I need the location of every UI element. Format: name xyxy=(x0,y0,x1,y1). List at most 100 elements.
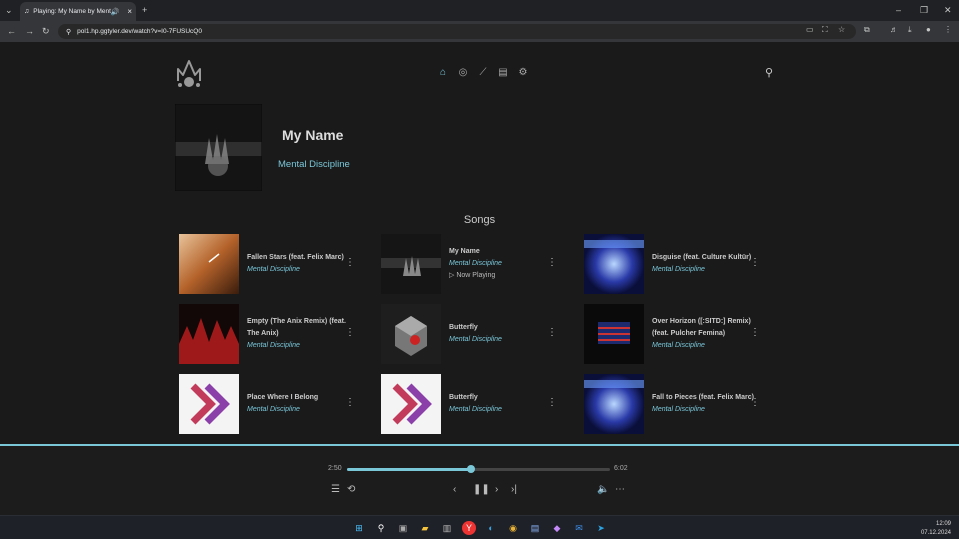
volume-icon[interactable]: 🔈 xyxy=(597,483,609,497)
song-card-artist[interactable]: Mental Discipline xyxy=(247,340,352,352)
repeat-icon[interactable]: ⟲ xyxy=(347,483,355,497)
song-card-artist[interactable]: Mental Discipline xyxy=(652,340,757,352)
song-card[interactable]: Fall to Pieces (feat. Felix Marc) Mental … xyxy=(584,374,779,434)
more-options-icon[interactable]: ⋯ xyxy=(615,483,625,497)
tab-audio-icon[interactable]: 🔊 xyxy=(111,8,120,16)
progress-slider[interactable] xyxy=(347,465,610,473)
song-card-title[interactable]: Fall to Pieces (feat. Felix Marc) xyxy=(652,392,757,404)
library-icon[interactable]: ▤ xyxy=(496,66,510,80)
song-thumbnail[interactable] xyxy=(179,304,239,364)
song-thumbnail[interactable] xyxy=(584,234,644,294)
home-icon[interactable]: ⌂ xyxy=(436,66,450,80)
song-card-title[interactable]: My Name xyxy=(449,246,554,258)
song-card-title[interactable]: Butterfly xyxy=(449,392,554,404)
song-thumbnail[interactable] xyxy=(584,374,644,434)
chrome-icon[interactable]: ◉ xyxy=(506,521,520,535)
queue-icon[interactable]: ☰ xyxy=(331,483,340,497)
pause-icon[interactable]: ❚❚ xyxy=(473,483,490,497)
forward-icon[interactable]: → xyxy=(25,25,34,37)
tab-close-icon[interactable]: × xyxy=(127,7,132,16)
song-menu-icon[interactable]: ⋮ xyxy=(345,327,355,338)
profile-icon[interactable]: ● xyxy=(926,25,931,34)
url-text: pol1.hp.ggtyler.dev/watch?v=I0-7FUSUcQ0 xyxy=(77,28,202,35)
song-menu-icon[interactable]: ⋮ xyxy=(750,397,760,408)
save-app-icon[interactable]: ▤ xyxy=(528,521,542,535)
translate-icon[interactable]: ⛶ xyxy=(822,25,828,35)
song-card-title[interactable]: Place Where I Belong xyxy=(247,392,352,404)
back-icon[interactable]: ← xyxy=(7,25,16,37)
yandex-icon[interactable]: Y xyxy=(462,521,476,535)
song-card[interactable]: Fallen Stars (feat. Felix Marc) Mental Di… xyxy=(179,234,374,294)
album-cover xyxy=(174,103,263,192)
trending-icon[interactable]: ⟋ xyxy=(476,66,490,80)
song-card-title[interactable]: Empty (The Anix Remix) (feat. The Anix) xyxy=(247,316,352,340)
telegram-icon[interactable]: ➤ xyxy=(594,521,608,535)
skip-end-icon[interactable]: ›| xyxy=(511,483,517,497)
outlook-icon[interactable]: ✉ xyxy=(572,521,586,535)
song-card-title[interactable]: Butterfly xyxy=(449,322,554,334)
song-card[interactable]: Butterfly Mental Discipline ⋮ xyxy=(381,374,576,434)
song-menu-icon[interactable]: ⋮ xyxy=(547,397,557,408)
extensions-icon[interactable]: ⧉ xyxy=(864,25,870,35)
song-thumbnail[interactable] xyxy=(381,304,441,364)
start-icon[interactable]: ⊞ xyxy=(352,521,366,535)
song-thumbnail[interactable] xyxy=(381,374,441,434)
new-tab-icon[interactable]: + xyxy=(142,3,147,17)
song-card-artist[interactable]: Mental Discipline xyxy=(449,258,554,270)
minimize-icon[interactable]: – xyxy=(896,3,901,17)
task-view-icon[interactable]: ▣ xyxy=(396,521,410,535)
song-thumbnail[interactable] xyxy=(381,234,441,294)
song-menu-icon[interactable]: ⋮ xyxy=(750,257,760,268)
app-icon[interactable]: ▥ xyxy=(440,521,454,535)
song-thumbnail[interactable] xyxy=(584,304,644,364)
song-menu-icon[interactable]: ⋮ xyxy=(345,257,355,268)
cast-icon[interactable]: ▭ xyxy=(806,25,814,34)
song-card-title[interactable]: Over Horizon ([:SITD:] Remix) (feat. Pul… xyxy=(652,316,757,340)
edge-icon[interactable]: ◐ xyxy=(484,521,498,535)
song-thumbnail[interactable] xyxy=(179,234,239,294)
browser-tab[interactable]: ♫ Playing: My Name by Ment 🔊 × xyxy=(20,2,136,21)
song-card-artist[interactable]: Mental Discipline xyxy=(652,404,757,416)
url-field[interactable]: ⚲ pol1.hp.ggtyler.dev/watch?v=I0-7FUSUcQ… xyxy=(58,24,856,39)
explore-icon[interactable]: ◎ xyxy=(456,66,470,80)
song-card[interactable]: My Name Mental Discipline ▷ Now Playing ⋮ xyxy=(381,234,576,294)
song-card-artist[interactable]: Mental Discipline xyxy=(247,404,352,416)
song-card-artist[interactable]: Mental Discipline xyxy=(449,404,554,416)
song-card[interactable]: Butterfly Mental Discipline ⋮ xyxy=(381,304,576,364)
file-explorer-icon[interactable]: ▰ xyxy=(418,521,432,535)
song-card-artist[interactable]: Mental Discipline xyxy=(449,334,554,346)
download-icon[interactable]: ⤓ xyxy=(908,25,912,35)
song-menu-icon[interactable]: ⋮ xyxy=(750,327,760,338)
taskbar-search-icon[interactable]: ⚲ xyxy=(374,521,388,535)
song-card[interactable]: Disguise (feat. Culture Kultür) Mental Di… xyxy=(584,234,779,294)
now-playing-label: Now Playing xyxy=(456,272,496,279)
app-logo-icon[interactable] xyxy=(175,57,203,89)
artist-link[interactable]: Mental Discipline xyxy=(278,159,350,170)
close-window-icon[interactable]: ✕ xyxy=(944,3,952,17)
browser-menu-icon[interactable]: ⋮ xyxy=(944,25,952,34)
song-card[interactable]: Over Horizon ([:SITD:] Remix) (feat. Pul… xyxy=(584,304,779,364)
next-icon[interactable]: › xyxy=(495,483,498,497)
studio-icon[interactable]: ◆ xyxy=(550,521,564,535)
song-menu-icon[interactable]: ⋮ xyxy=(345,397,355,408)
song-card-artist[interactable]: Mental Discipline xyxy=(652,264,757,276)
site-info-icon[interactable]: ⚲ xyxy=(66,28,71,36)
song-card[interactable]: Empty (The Anix Remix) (feat. The Anix) M… xyxy=(179,304,374,364)
song-card-title[interactable]: Disguise (feat. Culture Kultür) xyxy=(652,252,757,264)
settings-icon[interactable]: ⚙ xyxy=(516,66,530,80)
system-clock[interactable]: 12:09 07.12.2024 xyxy=(921,520,951,538)
song-thumbnail[interactable] xyxy=(179,374,239,434)
restore-icon[interactable]: ❐ xyxy=(920,3,928,17)
tab-search-icon[interactable]: ⌄ xyxy=(5,3,13,17)
reload-icon[interactable]: ↻ xyxy=(42,25,50,37)
song-card[interactable]: Place Where I Belong Mental Discipline ⋮ xyxy=(179,374,374,434)
song-menu-icon[interactable]: ⋮ xyxy=(547,257,557,268)
previous-icon[interactable]: ‹ xyxy=(453,483,456,497)
progress-handle[interactable] xyxy=(466,465,475,473)
bookmark-icon[interactable]: ☆ xyxy=(838,25,845,34)
search-icon[interactable]: ⚲ xyxy=(765,66,779,80)
song-card-artist[interactable]: Mental Discipline xyxy=(247,264,352,276)
song-card-title[interactable]: Fallen Stars (feat. Felix Marc) xyxy=(247,252,352,264)
song-menu-icon[interactable]: ⋮ xyxy=(547,327,557,338)
media-icon[interactable]: ♬ xyxy=(890,25,898,34)
